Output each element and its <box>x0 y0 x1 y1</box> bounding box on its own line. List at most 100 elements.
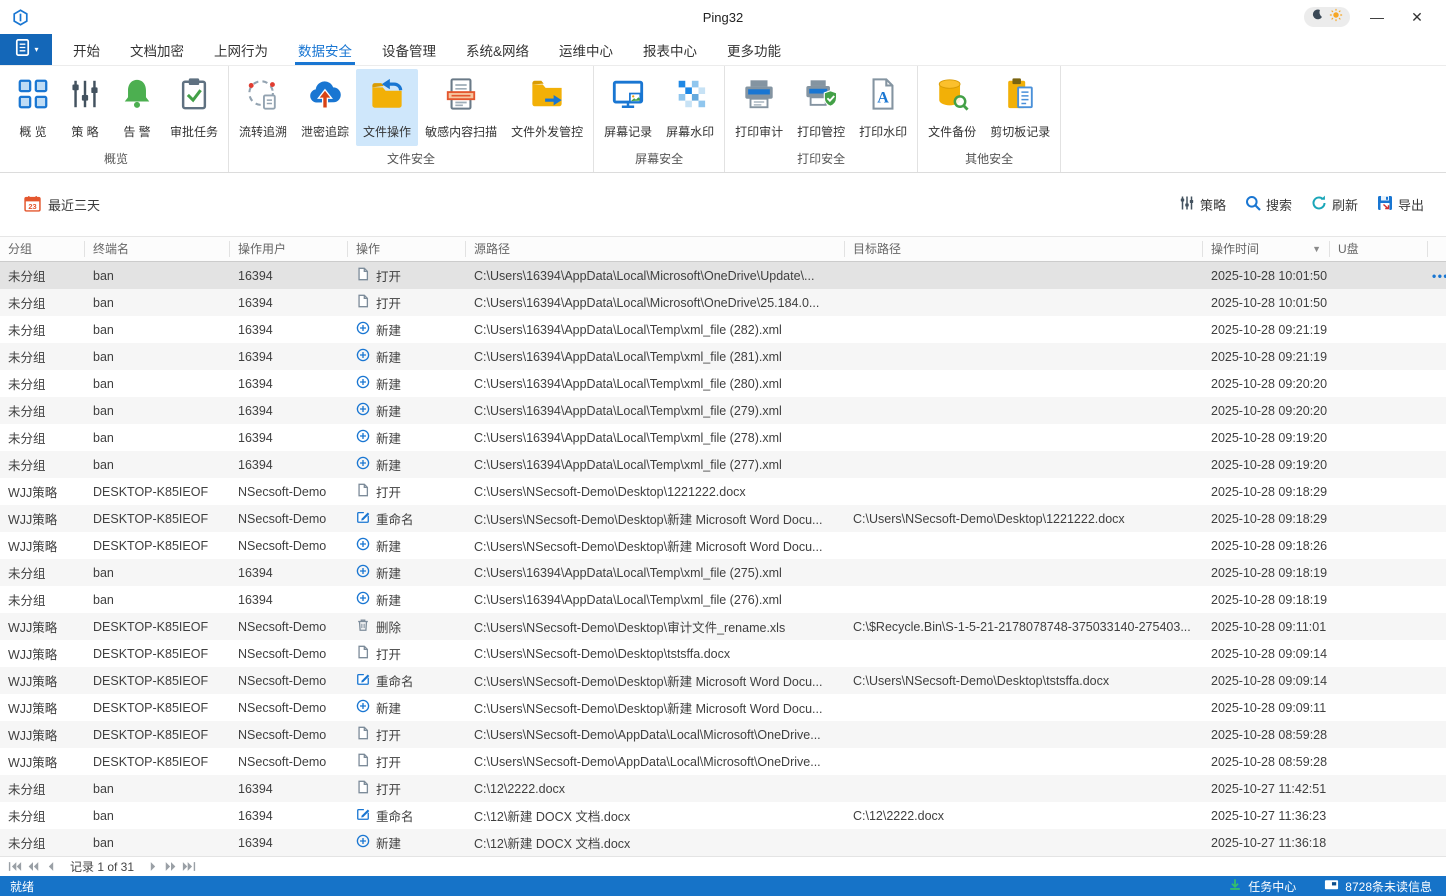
last-page-button[interactable] <box>180 859 198 875</box>
prev-page-button[interactable] <box>42 859 60 875</box>
filter-toolbar: 23 最近三天 策略搜索刷新导出 <box>0 173 1446 236</box>
table-row[interactable]: 未分组ban16394新建C:\Users\16394\AppData\Loca… <box>0 424 1446 451</box>
table-row[interactable]: WJJ策略DESKTOP-K85IEOFNSecsoft-Demo打开C:\Us… <box>0 640 1446 667</box>
tab-data-security[interactable]: 数据安全 <box>283 34 367 65</box>
print-watermark-icon: A <box>866 77 900 116</box>
ribbon-button-clipboard-records[interactable]: 剪切板记录 <box>983 69 1057 146</box>
operation-label: 打开 <box>376 725 401 744</box>
table-row[interactable]: WJJ策略DESKTOP-K85IEOFNSecsoft-Demo打开C:\Us… <box>0 748 1446 775</box>
fast-prev-button[interactable] <box>24 859 42 875</box>
app-menu-button[interactable]: ▾ <box>0 34 52 65</box>
column-header-operation[interactable]: 操作 <box>348 241 466 257</box>
cell-time: 2025-10-27 11:42:51 <box>1203 782 1330 796</box>
ribbon-button-approval-tasks[interactable]: 审批任务 <box>163 69 225 146</box>
tab-doc-encryption[interactable]: 文档加密 <box>115 34 199 65</box>
cell-source-path: C:\12\新建 DOCX 文档.docx <box>466 833 845 852</box>
table-row[interactable]: 未分组ban16394打开C:\12\2222.docx2025-10-27 1… <box>0 775 1446 802</box>
table-row[interactable]: 未分组ban16394打开C:\Users\16394\AppData\Loca… <box>0 289 1446 316</box>
unread-messages-button[interactable]: 8728条未读信息 <box>1324 877 1432 895</box>
table-row[interactable]: 未分组ban16394新建C:\Users\16394\AppData\Loca… <box>0 559 1446 586</box>
table-row[interactable]: 未分组ban16394新建C:\Users\16394\AppData\Loca… <box>0 343 1446 370</box>
cell-group: WJJ策略 <box>0 698 85 717</box>
operation-label: 打开 <box>376 644 401 663</box>
search-button[interactable]: 搜索 <box>1245 195 1292 214</box>
filter-dropdown-icon[interactable]: ▼ <box>1312 241 1321 257</box>
table-row[interactable]: 未分组ban16394新建C:\Users\16394\AppData\Loca… <box>0 316 1446 343</box>
table-row[interactable]: WJJ策略DESKTOP-K85IEOFNSecsoft-Demo新建C:\Us… <box>0 694 1446 721</box>
column-header-user[interactable]: 操作用户 <box>230 241 348 257</box>
table-row[interactable]: 未分组ban16394新建C:\Users\16394\AppData\Loca… <box>0 397 1446 424</box>
row-actions-menu[interactable]: ••• <box>1432 269 1446 283</box>
table-row[interactable]: WJJ策略DESKTOP-K85IEOFNSecsoft-Demo新建C:\Us… <box>0 532 1446 559</box>
cell-user: 16394 <box>230 350 348 364</box>
table-row[interactable]: 未分组ban16394打开C:\Users\16394\AppData\Loca… <box>0 262 1446 289</box>
theme-toggle[interactable] <box>1304 7 1350 27</box>
column-header-terminal[interactable]: 终端名 <box>85 241 230 257</box>
column-header-time[interactable]: 操作时间▼ <box>1203 241 1330 257</box>
table-row[interactable]: 未分组ban16394新建C:\12\新建 DOCX 文档.docx2025-1… <box>0 829 1446 856</box>
table-row[interactable]: WJJ策略DESKTOP-K85IEOFNSecsoft-Demo打开C:\Us… <box>0 721 1446 748</box>
task-center-label: 任务中心 <box>1248 878 1296 895</box>
ribbon-button-file-backup[interactable]: 文件备份 <box>921 69 983 146</box>
tab-device-management[interactable]: 设备管理 <box>367 34 451 65</box>
table-row[interactable]: WJJ策略DESKTOP-K85IEOFNSecsoft-Demo打开C:\Us… <box>0 478 1446 505</box>
table-row[interactable]: 未分组ban16394新建C:\Users\16394\AppData\Loca… <box>0 370 1446 397</box>
cell-terminal: ban <box>85 809 230 823</box>
ribbon-button-file-outgoing-control[interactable]: 文件外发管控 <box>504 69 590 146</box>
ribbon-group-0: 概 览策 略告 警审批任务概览 <box>4 66 229 172</box>
print-control-icon <box>804 77 838 116</box>
column-header-usb[interactable]: U盘 <box>1330 241 1428 257</box>
tab-more-features[interactable]: 更多功能 <box>712 34 796 65</box>
policy-button[interactable]: 策略 <box>1179 195 1226 214</box>
table-row[interactable]: 未分组ban16394重命名C:\12\新建 DOCX 文档.docxC:\12… <box>0 802 1446 829</box>
refresh-button[interactable]: 刷新 <box>1311 195 1358 214</box>
close-button[interactable]: ✕ <box>1404 5 1430 29</box>
table-row[interactable]: 未分组ban16394新建C:\Users\16394\AppData\Loca… <box>0 451 1446 478</box>
ribbon-button-screen-watermark[interactable]: 屏幕水印 <box>659 69 721 146</box>
ribbon-button-flow-trace[interactable]: 流转追溯 <box>232 69 294 146</box>
cell-source-path: C:\Users\16394\AppData\Local\Microsoft\O… <box>466 269 845 283</box>
ribbon-button-screen-recording[interactable]: 屏幕记录 <box>597 69 659 146</box>
cell-source-path: C:\Users\16394\AppData\Local\Temp\xml_fi… <box>466 566 845 580</box>
date-range-filter[interactable]: 23 最近三天 <box>24 195 100 215</box>
tab-ops-center[interactable]: 运维中心 <box>544 34 628 65</box>
table-row[interactable]: WJJ策略DESKTOP-K85IEOFNSecsoft-Demo重命名C:\U… <box>0 667 1446 694</box>
ribbon-button-overview[interactable]: 概 览 <box>7 69 59 146</box>
ribbon-button-print-audit[interactable]: 打印审计 <box>728 69 790 146</box>
tab-web-behavior[interactable]: 上网行为 <box>199 34 283 65</box>
table-row[interactable]: WJJ策略DESKTOP-K85IEOFNSecsoft-Demo删除C:\Us… <box>0 613 1446 640</box>
ribbon-button-leak-tracking[interactable]: 泄密追踪 <box>294 69 356 146</box>
ribbon-button-policy[interactable]: 策 略 <box>59 69 111 146</box>
new-plus-icon <box>356 375 370 392</box>
ribbon-button-sensitive-scan[interactable]: 敏感内容扫描 <box>418 69 504 146</box>
next-page-button[interactable] <box>144 859 162 875</box>
cell-operation: 删除 <box>348 617 466 636</box>
column-header-group[interactable]: 分组 <box>0 241 85 257</box>
cell-terminal: DESKTOP-K85IEOF <box>85 755 230 769</box>
column-header-target-path[interactable]: 目标路径 <box>845 241 1203 257</box>
policy-label: 策略 <box>1200 195 1226 214</box>
ribbon-button-label: 打印管控 <box>797 123 845 140</box>
table-row[interactable]: 未分组ban16394新建C:\Users\16394\AppData\Loca… <box>0 586 1446 613</box>
tab-start[interactable]: 开始 <box>58 34 115 65</box>
fast-next-button[interactable] <box>162 859 180 875</box>
tab-report-center[interactable]: 报表中心 <box>628 34 712 65</box>
task-center-button[interactable]: 任务中心 <box>1228 877 1296 895</box>
ribbon-button-print-control[interactable]: 打印管控 <box>790 69 852 146</box>
cell-time: 2025-10-28 08:59:28 <box>1203 728 1330 742</box>
message-icon <box>1324 877 1339 895</box>
ribbon-group-buttons: 流转追溯泄密追踪文件操作敏感内容扫描文件外发管控 <box>232 69 590 149</box>
minimize-button[interactable]: — <box>1364 5 1390 29</box>
rename-edit-icon <box>356 672 370 689</box>
export-button[interactable]: 导出 <box>1377 195 1424 214</box>
cell-terminal: ban <box>85 350 230 364</box>
column-header-source-path[interactable]: 源路径 <box>466 241 845 257</box>
ribbon-button-file-operations[interactable]: 文件操作 <box>356 69 418 146</box>
tab-system-network[interactable]: 系统&网络 <box>451 34 544 65</box>
cell-time: 2025-10-28 09:11:01 <box>1203 620 1330 634</box>
first-page-button[interactable] <box>6 859 24 875</box>
ribbon-button-alert[interactable]: 告 警 <box>111 69 163 146</box>
cell-user: NSecsoft-Demo <box>230 755 348 769</box>
table-row[interactable]: WJJ策略DESKTOP-K85IEOFNSecsoft-Demo重命名C:\U… <box>0 505 1446 532</box>
ribbon-button-print-watermark[interactable]: A打印水印 <box>852 69 914 146</box>
